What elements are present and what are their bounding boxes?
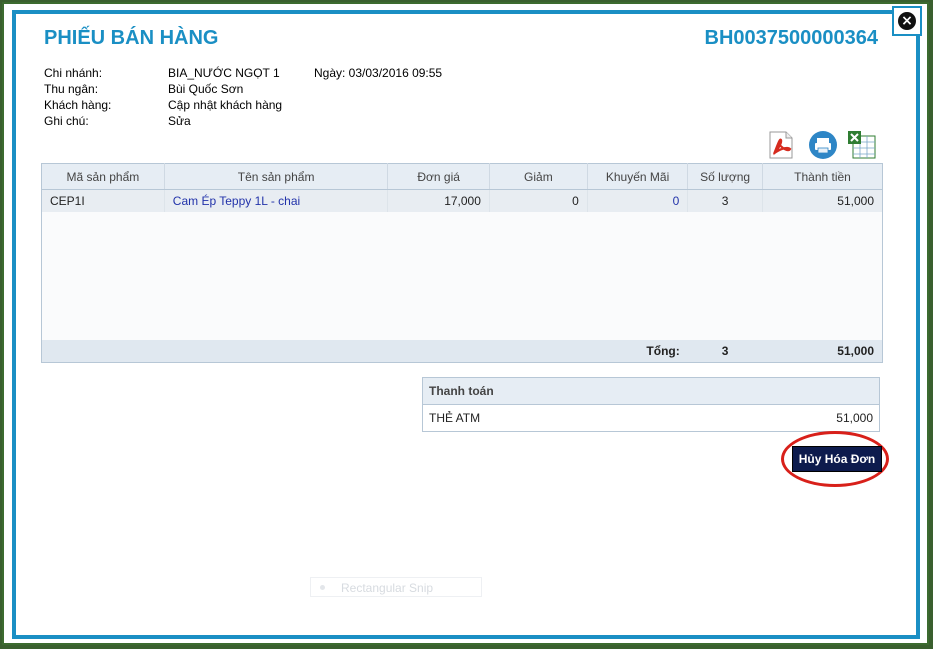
cell-promo-link[interactable]: 0 (587, 189, 689, 212)
cell-total: 51,000 (762, 189, 883, 212)
total-qty: 3 (687, 340, 763, 363)
cashier-label: Thu ngân: (44, 82, 99, 96)
table-row: CEP1I Cam Ép Teppy 1L - chai 17,000 0 0 … (41, 189, 883, 212)
cell-code: CEP1I (41, 189, 165, 212)
payment-header-row: Thanh toán (422, 377, 880, 405)
close-button[interactable]: × (892, 6, 922, 36)
print-icon[interactable] (808, 130, 838, 160)
customer-link[interactable]: Cập nhật khách hàng (168, 98, 282, 112)
cancel-invoice-button[interactable]: Hủy Hóa Đơn (792, 446, 882, 472)
note-value: Sửa (168, 114, 191, 128)
customer-label: Khách hàng: (44, 98, 112, 112)
cell-name-link[interactable]: Cam Ép Teppy 1L - chai (164, 189, 389, 212)
total-label: Tổng: (587, 340, 688, 363)
invoice-code: BH0037500000364 (704, 27, 879, 49)
col-name: Tên sản phẩm (164, 163, 389, 190)
note-label: Ghi chú: (44, 114, 89, 128)
pdf-icon[interactable] (766, 130, 796, 160)
dialog-title: PHIẾU BÁN HÀNG (44, 27, 219, 49)
cell-qty: 3 (687, 189, 764, 212)
items-table: Mã sản phẩm Tên sản phẩm Đơn giá Giảm Kh… (41, 163, 883, 363)
col-qty: Số lượng (687, 163, 764, 190)
table-empty-area (41, 212, 883, 340)
col-discount: Giảm (489, 163, 588, 190)
col-code: Mã sản phẩm (41, 163, 165, 190)
close-circle-icon: × (898, 12, 916, 30)
date-text: Ngày: 03/03/2016 09:55 (314, 66, 443, 80)
payment-header: Thanh toán (422, 377, 880, 405)
col-promo: Khuyến Mãi (587, 163, 689, 190)
table-header-row: Mã sản phẩm Tên sản phẩm Đơn giá Giảm Kh… (41, 163, 883, 190)
table-total-row: Tổng: 3 51,000 (41, 340, 883, 363)
col-total: Thành tiền (762, 163, 883, 190)
cell-discount: 0 (489, 189, 588, 212)
payment-row: THẺ ATM 51,000 (423, 405, 880, 432)
branch-value: BIA_NƯỚC NGỌT 1 (168, 66, 280, 80)
cashier-value: Bùi Quốc Sơn (168, 82, 244, 96)
col-price: Đơn giá (387, 163, 490, 190)
cell-price: 17,000 (387, 189, 490, 212)
ghost-snip-toolbar: Rectangular Snip (310, 577, 482, 597)
excel-icon[interactable] (847, 130, 877, 160)
payment-table: Thanh toán THẺ ATM 51,000 (422, 377, 880, 432)
payment-method: THẺ ATM (429, 411, 481, 425)
snip-label: Rectangular Snip (341, 581, 434, 595)
payment-amount: 51,000 (836, 411, 873, 425)
total-amount: 51,000 (762, 340, 883, 363)
snip-dot-icon (320, 585, 325, 590)
branch-label: Chi nhánh: (44, 66, 103, 80)
